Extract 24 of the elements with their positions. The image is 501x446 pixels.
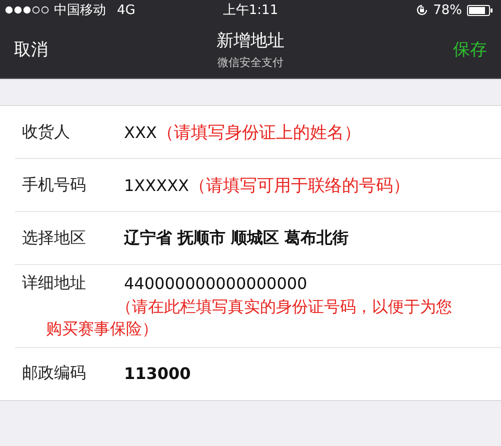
battery-icon [467, 4, 493, 16]
hint-note: （请在此栏填写真实的身份证号码，以便于为您购买赛事保险） [46, 296, 453, 340]
save-button[interactable]: 保存 [453, 38, 487, 60]
field-value[interactable]: 113000 [124, 364, 191, 384]
field-label: 手机号码 [21, 174, 87, 196]
field-value[interactable]: XXX [124, 122, 157, 142]
rotation-lock-icon [416, 4, 428, 16]
clock-time: 上午1:11 [222, 2, 278, 19]
cancel-button[interactable]: 取消 [14, 38, 48, 60]
hint-note: （请填写身份证上的姓名） [156, 122, 361, 144]
field-value[interactable]: 440000000000000000 [124, 274, 308, 293]
field-label: 邮政编码 [21, 363, 87, 384]
field-value[interactable]: 1XXXXX [124, 176, 189, 194]
hint-note: （请填写可用于联络的号码） [188, 174, 410, 196]
field-label: 详细地址 [21, 273, 87, 294]
field-label: 选择地区 [21, 228, 87, 248]
signal-icon [5, 6, 49, 14]
field-label: 收货人 [21, 122, 71, 142]
page-subtitle: 微信安全支付 [218, 54, 284, 70]
page-title: 新增地址 [216, 30, 284, 52]
field-value[interactable]: 辽宁省 抚顺市 顺城区 葛布北街 [124, 228, 349, 248]
network-type: 4G [117, 2, 136, 18]
carrier-name: 中国移动 [54, 2, 106, 19]
battery-percent: 78% [433, 2, 462, 18]
